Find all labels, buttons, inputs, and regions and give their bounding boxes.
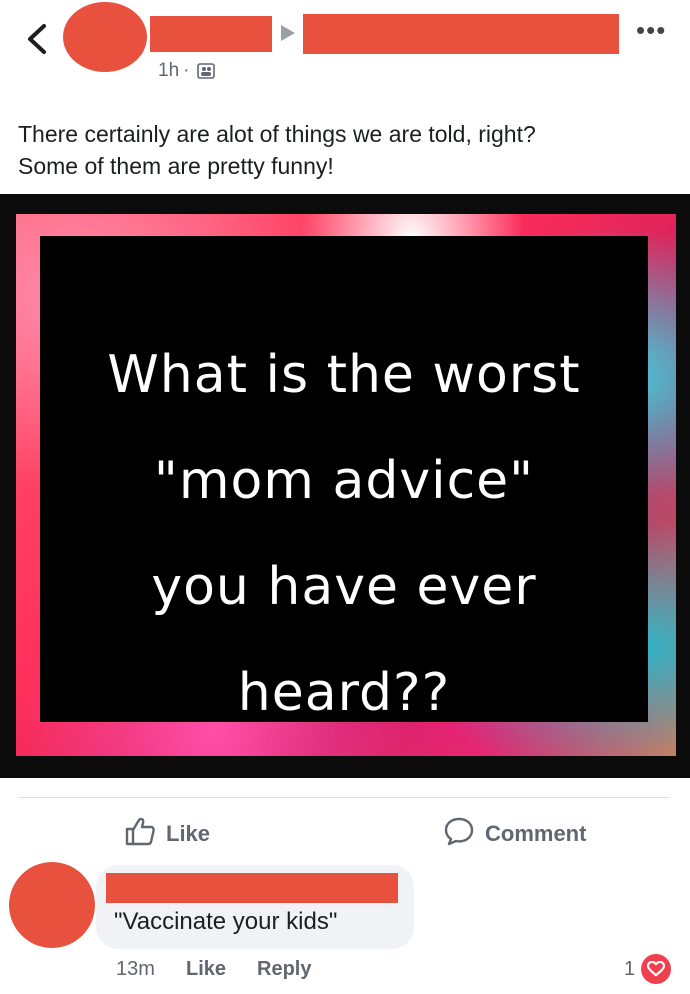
thumbs-up-icon [124, 816, 156, 852]
comment-reply-button[interactable]: Reply [257, 958, 311, 981]
heart-icon[interactable] [641, 954, 671, 984]
comment-button[interactable]: Comment [443, 816, 586, 852]
comment-text: "Vaccinate your kids" [114, 908, 338, 935]
post-time: 1h [158, 60, 180, 81]
group-name-redacted[interactable] [303, 14, 619, 54]
triangle-arrow-icon [281, 25, 295, 41]
reaction-count: 1 [624, 958, 636, 980]
marbled-frame: What is the worst "mom advice" you have … [16, 214, 676, 756]
comment-like-button[interactable]: Like [186, 958, 226, 981]
comment-bubble-icon [443, 816, 475, 852]
poster-name-redacted[interactable] [150, 16, 272, 52]
more-dots-icon[interactable]: ••• [636, 17, 666, 43]
back-chevron-icon[interactable] [24, 22, 50, 56]
divider [18, 797, 670, 798]
like-label: Like [166, 821, 211, 846]
audience-icon [197, 63, 216, 79]
image-black-panel: What is the worst "mom advice" you have … [40, 236, 648, 723]
meta-separator: · [183, 60, 190, 81]
comment-time: 13m [116, 958, 155, 980]
poster-avatar-redacted[interactable] [63, 2, 147, 72]
commenter-name-redacted[interactable] [106, 873, 398, 903]
comment-label: Comment [485, 821, 587, 846]
post-image[interactable]: What is the worst "mom advice" you have … [0, 194, 690, 778]
image-question-text: What is the worst "mom advice" you have … [107, 345, 581, 723]
post-text: There certainly are alot of things we ar… [18, 121, 536, 179]
like-button[interactable]: Like [124, 816, 210, 852]
commenter-avatar-redacted[interactable] [9, 862, 95, 948]
post-meta: 1h · [158, 60, 216, 82]
